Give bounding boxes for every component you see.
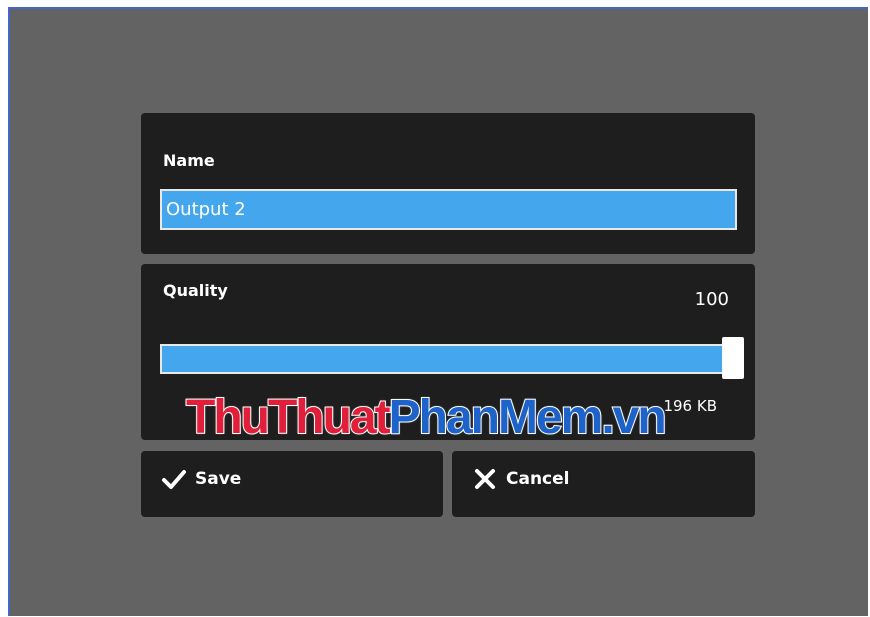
- quality-label: Quality: [163, 281, 228, 300]
- cancel-label: Cancel: [506, 469, 570, 489]
- quality-value: 100: [694, 289, 729, 310]
- watermark-part1: ThuThuat: [185, 391, 392, 445]
- slider-fill: [162, 346, 731, 372]
- name-section: Name: [141, 113, 755, 254]
- file-size-text: 196 KB: [663, 397, 717, 415]
- watermark-logo: ThuThuatPhanMem.vn: [185, 391, 668, 445]
- slider-thumb[interactable]: [722, 337, 744, 379]
- name-input[interactable]: [160, 189, 737, 230]
- watermark-part2: PhanMem.vn: [388, 391, 668, 445]
- quality-slider[interactable]: [160, 344, 733, 374]
- close-icon: [475, 469, 495, 489]
- checkmark-icon: [162, 470, 186, 489]
- cancel-button[interactable]: Cancel: [452, 451, 755, 517]
- save-label: Save: [195, 469, 242, 489]
- save-button[interactable]: Save: [141, 451, 443, 517]
- name-label: Name: [163, 151, 215, 170]
